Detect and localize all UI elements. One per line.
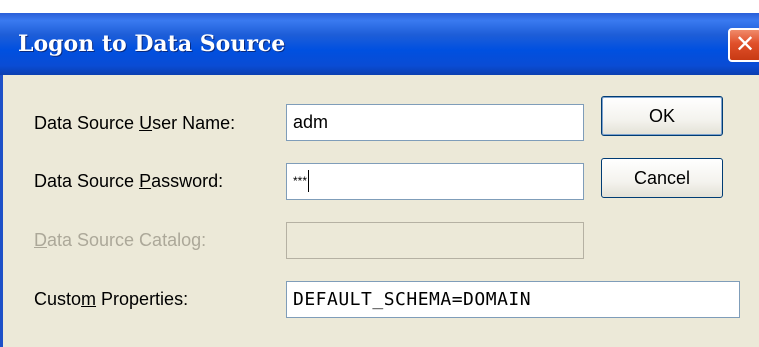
close-button[interactable]: ✕: [728, 28, 759, 62]
logon-dialog: Logon to Data Source ✕ Data Source User …: [0, 0, 759, 347]
password-masked-value: ***: [293, 174, 308, 188]
title-bar[interactable]: Logon to Data Source ✕: [0, 0, 759, 75]
password-field[interactable]: ***: [286, 163, 584, 200]
close-icon: ✕: [734, 30, 756, 58]
password-label-text-pre: Data Source: [34, 171, 140, 191]
user-name-label-text-pre: Data Source: [34, 113, 140, 133]
user-name-field[interactable]: adm: [286, 104, 584, 141]
custom-label-text-pre: Custo: [34, 289, 82, 309]
catalog-field: [286, 222, 584, 259]
window-border-left: [0, 75, 3, 347]
desktop-strip: [0, 0, 759, 13]
user-name-label-accelerator: U: [139, 113, 153, 133]
catalog-label-accelerator: D: [34, 230, 47, 250]
custom-properties-label: Custom Properties:: [34, 289, 188, 310]
password-label-accelerator: P: [139, 171, 152, 191]
password-label-text-post: assword:: [151, 171, 224, 191]
window-title: Logon to Data Source: [18, 31, 286, 57]
custom-label-text-post: Properties:: [96, 289, 189, 309]
user-name-label-text-post: ser Name:: [152, 113, 236, 133]
text-caret: [308, 170, 310, 192]
catalog-label-text-post: ata Source Catalog:: [47, 230, 207, 250]
custom-properties-field[interactable]: DEFAULT_SCHEMA=DOMAIN: [286, 281, 740, 318]
ok-button[interactable]: OK: [601, 96, 723, 136]
cancel-button[interactable]: Cancel: [601, 158, 723, 198]
user-name-label: Data Source User Name:: [34, 113, 235, 134]
custom-label-accelerator: m: [81, 289, 97, 309]
password-label: Data Source Password:: [34, 171, 223, 192]
catalog-label: Data Source Catalog:: [34, 230, 206, 251]
